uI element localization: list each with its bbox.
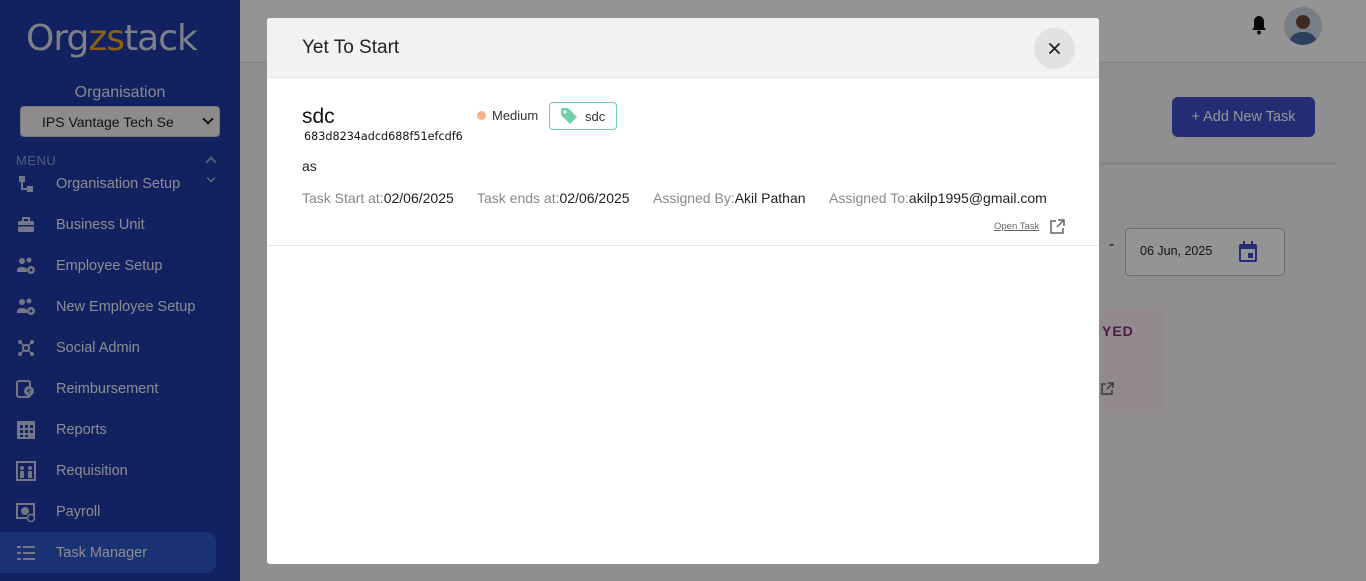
open-task-link[interactable]: Open Task [994,221,1039,232]
modal-title: Yet To Start [302,37,400,58]
task-start-date: Task Start at:02/06/2025 [302,190,454,206]
tag-icon [561,108,577,124]
modal-header: Yet To Start [267,18,1099,78]
close-icon [1048,42,1061,55]
close-button[interactable] [1034,28,1075,69]
task-assigned-to: Assigned To:akilp1995@gmail.com [829,190,1047,206]
priority-dot-icon [477,111,486,120]
task-assigned-by: Assigned By:Akil Pathan [653,190,806,206]
priority-label: Medium [492,108,539,123]
task-tag[interactable]: sdc [549,102,617,130]
task-end-date: Task ends at:02/06/2025 [477,190,630,206]
task-detail-modal: Yet To Start sdc 683d8234adcd688f51efcdf… [267,18,1099,564]
priority-badge: Medium [477,108,538,123]
external-link-icon[interactable] [1049,219,1065,235]
task-description: as [302,158,317,174]
modal-divider [267,245,1099,246]
tag-label: sdc [585,108,606,124]
task-id: 683d8234adcd688f51efcdf6 [304,130,463,143]
task-name: sdc [302,105,335,128]
